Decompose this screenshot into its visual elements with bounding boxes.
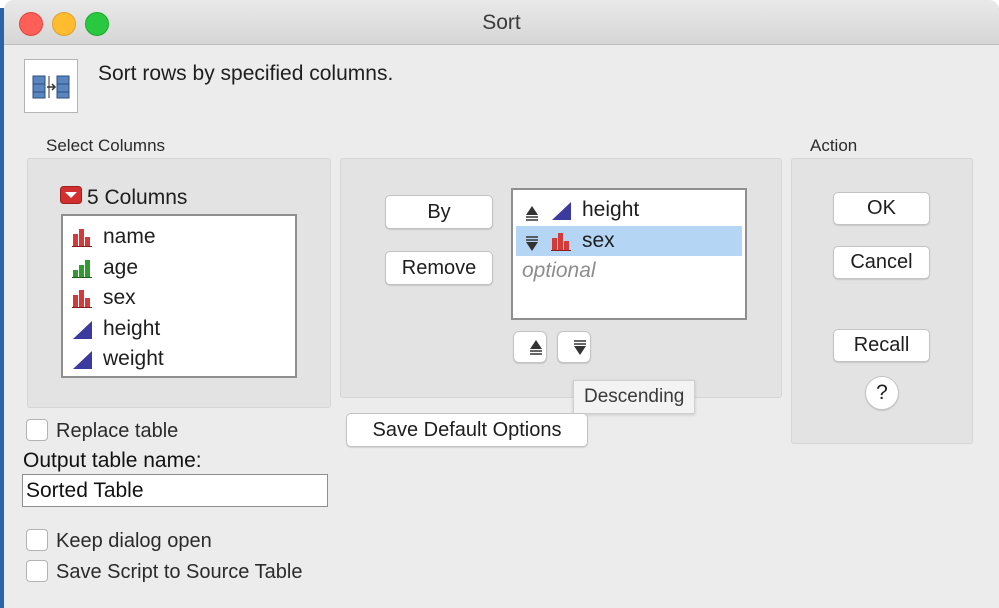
column-item-weight[interactable]: weight — [63, 344, 295, 375]
keep-dialog-open-label: Keep dialog open — [56, 530, 212, 552]
save-script-checkbox[interactable] — [26, 560, 48, 582]
dialog-description: Sort rows by specified columns. — [98, 62, 394, 85]
recall-button[interactable]: Recall — [833, 329, 930, 362]
column-name-label: weight — [103, 347, 164, 370]
sort-descending-button[interactable] — [557, 331, 591, 363]
replace-table-checkbox[interactable] — [26, 419, 48, 441]
column-item-name[interactable]: name — [63, 222, 295, 253]
column-name-label: name — [103, 225, 156, 248]
column-item-sex[interactable]: sex — [63, 283, 295, 314]
continuous-icon — [71, 349, 95, 379]
column-name-label: age — [103, 255, 139, 279]
disclosure-triangle-icon[interactable] — [60, 186, 82, 209]
descending-tooltip: Descending — [573, 380, 696, 414]
column-list[interactable]: name age sex height weight — [61, 214, 297, 378]
by-button[interactable]: By — [385, 195, 493, 229]
cancel-button[interactable]: Cancel — [833, 246, 930, 279]
ok-button[interactable]: OK — [833, 192, 930, 225]
save-script-label: Save Script to Source Table — [56, 561, 303, 583]
keep-dialog-open-checkbox[interactable] — [26, 529, 48, 551]
output-table-name-input[interactable] — [22, 474, 328, 507]
sort-item-label: sex — [582, 228, 615, 252]
column-item-height[interactable]: height — [63, 314, 295, 345]
columns-count-label: 5 Columns — [87, 186, 188, 209]
column-item-age[interactable]: age — [63, 253, 295, 284]
output-table-name-label: Output table name: — [23, 449, 202, 472]
sort-placeholder: optional — [522, 259, 596, 282]
sort-columns-icon — [24, 59, 78, 113]
title-bar: Sort — [4, 0, 999, 45]
descending-icon — [574, 340, 586, 355]
help-button[interactable]: ? — [865, 376, 899, 410]
window-title: Sort — [482, 11, 521, 34]
action-label: Action — [810, 136, 858, 155]
column-name-label: sex — [103, 286, 136, 309]
sort-item-sex[interactable]: sex — [516, 225, 742, 256]
sort-item-label: height — [582, 198, 640, 221]
replace-table-label: Replace table — [56, 420, 179, 442]
sort-by-list[interactable]: height sex optional — [511, 188, 747, 320]
sort-item-height[interactable]: height — [516, 195, 742, 226]
ascending-icon — [530, 340, 542, 355]
sort-dialog: Sort Sort rows by specified columns. Sel… — [4, 0, 999, 608]
sort-ascending-button[interactable] — [513, 331, 547, 363]
select-columns-label: Select Columns — [46, 136, 166, 155]
column-name-label: height — [103, 316, 161, 340]
remove-button[interactable]: Remove — [385, 251, 493, 285]
save-default-options-button[interactable]: Save Default Options — [346, 413, 588, 447]
